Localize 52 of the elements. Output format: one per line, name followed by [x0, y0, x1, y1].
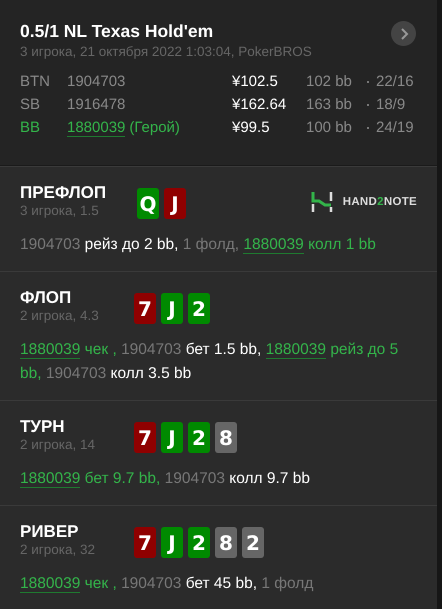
playing-card: 7	[134, 422, 156, 453]
player-link[interactable]: 1880039	[20, 341, 80, 359]
player-stack: ¥162.64	[232, 95, 288, 115]
street-info: 2 игрока, 4.3	[20, 308, 100, 324]
player-link[interactable]: 1880039	[67, 119, 126, 137]
player-stack: ¥102.5	[232, 72, 279, 92]
player-bb: 102 bb	[306, 72, 353, 92]
street-name: ТУРН	[20, 417, 66, 437]
street-info: 2 игрока, 32	[20, 542, 96, 558]
playing-card: J	[164, 188, 186, 219]
player-position: SB	[20, 95, 42, 115]
player-id: 1904703	[67, 72, 126, 92]
player-position: BB	[20, 118, 42, 138]
player-link[interactable]: 1880039	[20, 575, 80, 593]
logo-icon	[310, 191, 333, 213]
playing-card: 2	[188, 422, 210, 453]
player-bb: 100 bb	[306, 118, 353, 138]
playing-card: J	[161, 293, 183, 324]
player-link[interactable]: 1880039	[243, 236, 304, 254]
playing-card: 2	[188, 293, 210, 324]
player-position: BTN	[20, 72, 51, 92]
playing-card: 8	[215, 422, 237, 453]
player-stats: 22/16	[376, 72, 415, 92]
playing-card: J	[161, 422, 183, 453]
player-stats: 24/19	[376, 118, 415, 138]
playing-card: 2	[188, 527, 210, 558]
action-summary: 1880039 бет 9.7 bb, 1904703 колл 9.7 bb	[20, 469, 311, 490]
street-name: ФЛОП	[20, 288, 72, 308]
playing-card: Q	[137, 188, 159, 219]
street-info: 3 игрока, 1.5	[20, 203, 100, 219]
player-bb: 163 bb	[306, 95, 353, 115]
street-name: РИВЕР	[20, 522, 80, 542]
playing-card: 7	[134, 293, 156, 324]
action-summary: 1880039 чек , 1904703 бет 1.5 bb, 1880039 рейз до 5 bb, 1904703 колл 3.5 bb	[20, 340, 400, 384]
chevron-right-icon[interactable]	[391, 21, 416, 46]
player-link[interactable]: 1880039	[20, 470, 80, 488]
playing-card: 7	[134, 527, 156, 558]
hand-title: 0.5/1 NL Texas Hold'em	[20, 20, 214, 42]
street-name: ПРЕФЛОП	[20, 183, 108, 203]
player-stack: ¥99.5	[232, 118, 271, 138]
action-summary: 1904703 рейз до 2 bb, 1 фолд, 1880039 колл 1 bb	[20, 235, 377, 256]
playing-card: 2	[242, 527, 264, 558]
logo-text: HAND2NOTE	[342, 196, 417, 208]
playing-card: 8	[215, 527, 237, 558]
player-id: 1916478	[67, 95, 126, 115]
hero-label: (Герой)	[129, 118, 180, 138]
hand-subtitle: 3 игрока, 21 октября 2022 1:03:04, PokerBROS	[20, 44, 313, 59]
player-stats: 18/9	[376, 95, 406, 115]
street-info: 2 игрока, 14	[20, 437, 96, 453]
action-summary: 1880039 чек , 1904703 бет 45 bb, 1 фолд	[20, 574, 314, 595]
player-link[interactable]: 1880039	[266, 341, 326, 359]
playing-card: J	[161, 527, 183, 558]
